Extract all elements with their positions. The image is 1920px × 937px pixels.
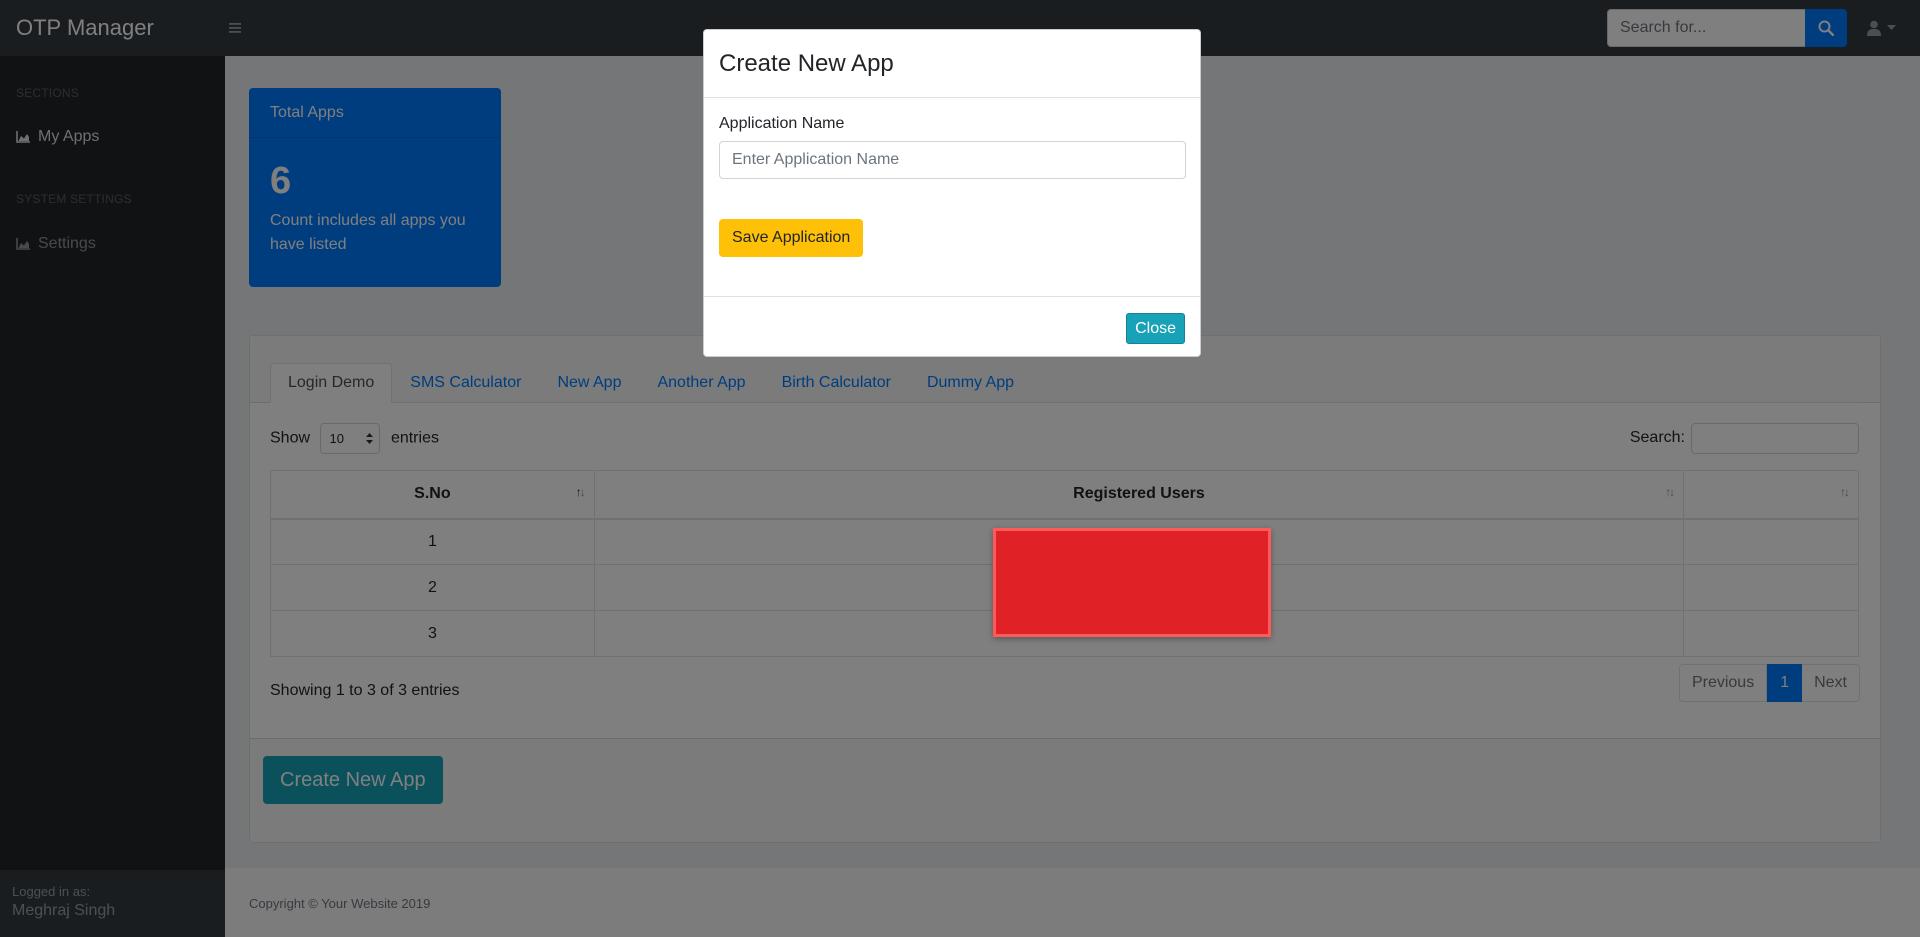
application-name-input[interactable] [719,141,1186,179]
modal-header: Create New App [704,30,1200,98]
modal-body: Application Name Save Application [704,98,1200,296]
close-modal-button[interactable]: Close [1126,313,1185,344]
save-application-button[interactable]: Save Application [719,219,864,257]
modal-footer: Close [704,296,1200,357]
create-app-modal: Create New App Application Name Save App… [703,29,1201,357]
application-name-label: Application Name [719,115,845,132]
modal-title: Create New App [719,50,894,77]
redaction-box [993,528,1271,637]
